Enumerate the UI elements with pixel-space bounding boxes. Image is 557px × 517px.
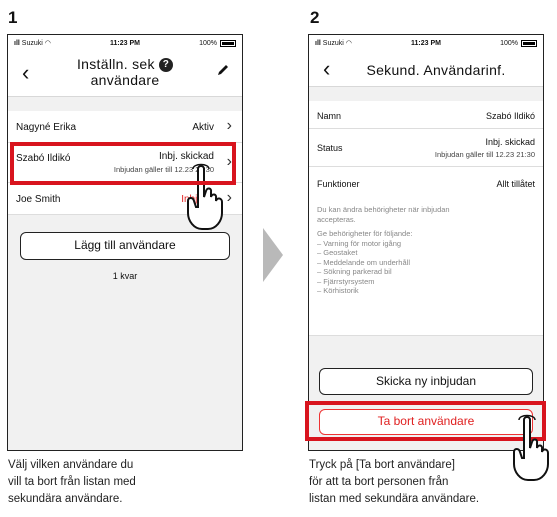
clock: 11:23 PM — [411, 39, 441, 47]
help-icon[interactable]: ? — [159, 58, 174, 73]
battery-icon — [220, 39, 236, 47]
permissions-note: Du kan ändra behörigheter när inbjudan a… — [317, 205, 535, 296]
chevron-right-icon: › — [226, 117, 232, 134]
battery-icon — [521, 39, 537, 47]
signal-icon: ıll — [315, 40, 323, 47]
status-bar: ıll Suzuki ◠ 11:23 PM 100% — [309, 35, 543, 51]
step-number-1: 1 — [8, 8, 18, 27]
page-title: Sekund. Användarinf. — [366, 62, 506, 78]
remaining-count: 1 kvar — [112, 271, 138, 281]
resend-invite-button[interactable]: Skicka ny inbjudan — [319, 368, 533, 395]
name-row: Namn Szabó Ildikó — [309, 101, 543, 129]
pencil-icon[interactable] — [216, 63, 230, 82]
permission-item: – Geostaket — [317, 248, 358, 257]
functions-label: Funktioner — [317, 179, 360, 189]
nav-bar: ‹ Inställn. sek ? användare — [8, 51, 242, 97]
wifi-icon: ◠ — [345, 40, 352, 47]
caption-2: Tryck på [Ta bort användare] för att ta … — [309, 459, 480, 505]
carrier-label: ıll Suzuki ◠ — [315, 40, 352, 47]
highlight-user-row — [10, 142, 236, 185]
clock: 11:23 PM — [110, 39, 140, 47]
battery-percent: 100% — [199, 39, 217, 47]
user-row-1[interactable]: Nagyné Erika Aktiv › — [8, 111, 242, 143]
permission-item: – Fjärrstyrsystem — [317, 276, 375, 286]
signal-icon: ıll — [14, 40, 22, 47]
permission-item: – Varning för motor igång — [317, 238, 402, 248]
functions-value: Allt tillåtet — [496, 179, 535, 189]
page-title: Inställn. sek ? användare — [48, 56, 202, 88]
permission-item: – Sökning parkerad bil — [317, 267, 392, 276]
user-status: Aktiv — [192, 122, 214, 133]
add-user-button[interactable]: Lägg till användare — [20, 232, 230, 260]
step-number-2: 2 — [310, 8, 320, 27]
permission-item: – Meddelande om underhåll — [317, 257, 410, 267]
name-label: Namn — [317, 111, 342, 121]
user-name: Nagyné Erika — [16, 122, 77, 133]
back-chevron-icon[interactable]: ‹ — [323, 58, 330, 80]
permission-item: – Körhistorik — [317, 286, 359, 295]
invite-expiry: Inbjudan gäller till 12.23 21:30 — [434, 150, 535, 159]
battery-percent: 100% — [500, 39, 518, 47]
phone-screen-2: ıll Suzuki ◠ 11:23 PM 100% ‹ Sekund. Anv… — [308, 34, 544, 451]
functions-row: Funktioner Allt tillåtet — [309, 167, 543, 197]
phone-screen-1: ıll Suzuki ◠ 11:23 PM 100% ‹ Inställn. s… — [7, 34, 243, 451]
wifi-icon: ◠ — [44, 40, 51, 47]
caption-1: Välj vilken användare du vill ta bort fr… — [8, 459, 136, 505]
status-label: Status — [317, 143, 343, 153]
name-value: Szabó Ildikó — [485, 111, 535, 121]
status-row: Status Inbj. skickad Inbjudan gäller til… — [309, 129, 543, 167]
status-bar: ıll Suzuki ◠ 11:23 PM 100% — [8, 35, 242, 51]
status-value: Inbj. skickad — [485, 137, 535, 147]
back-chevron-icon[interactable]: ‹ — [22, 62, 29, 84]
carrier-label: ıll Suzuki ◠ — [14, 40, 51, 47]
nav-bar: ‹ Sekund. Användarinf. — [309, 51, 543, 87]
user-name: Joe Smith — [16, 194, 61, 205]
next-step-arrow-icon — [263, 228, 283, 282]
hand-tap-icon — [513, 414, 549, 481]
